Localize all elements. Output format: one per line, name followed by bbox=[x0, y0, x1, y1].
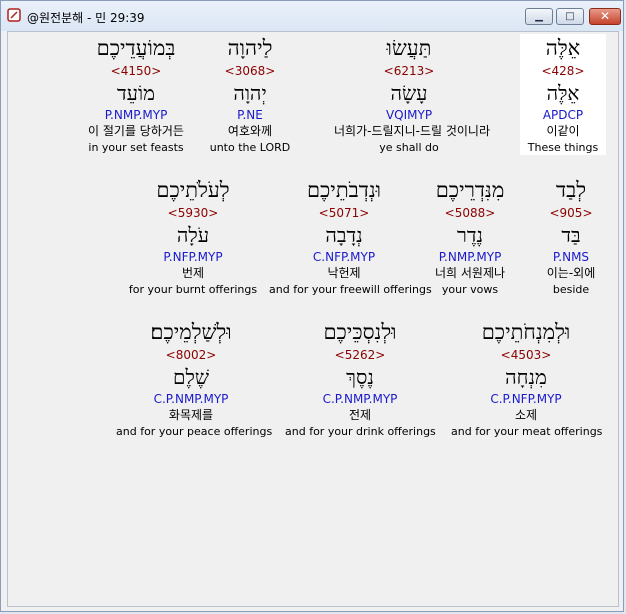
app-window: @원전분해 - 민 29:39 ▁ □ ✕ בְּמוֹעֲדֵיכֶם <41… bbox=[0, 0, 624, 612]
english-gloss: and for your peace offerings bbox=[116, 425, 273, 438]
close-button[interactable]: ✕ bbox=[589, 8, 621, 25]
hebrew-word: וּלְשַׁלְמֵיכֶם׃ bbox=[150, 320, 232, 344]
strong-number: <5930> bbox=[167, 206, 219, 220]
english-gloss: your vows bbox=[441, 283, 499, 296]
hebrew-word: מִנִּדְרֵיכֶם bbox=[435, 178, 505, 202]
app-icon bbox=[7, 8, 21, 22]
morphology-code: P.NMS bbox=[552, 250, 590, 264]
minimize-button[interactable]: ▁ bbox=[525, 8, 553, 25]
morphology-code: P.NMP.MYP bbox=[438, 250, 502, 264]
morphology-code: VQIMYP bbox=[385, 108, 433, 122]
close-icon: ✕ bbox=[599, 9, 611, 23]
strong-number: <8002> bbox=[165, 348, 217, 362]
morphology-code: P.NE bbox=[237, 108, 263, 122]
korean-gloss: 여호와께 bbox=[227, 124, 273, 138]
korean-gloss: 너희 서원제나 bbox=[434, 266, 506, 280]
hebrew-word: תַּעֲשׂוּ bbox=[386, 36, 432, 60]
strong-number: <905> bbox=[549, 206, 593, 220]
english-gloss: These things bbox=[527, 141, 599, 154]
hebrew-word: וּלְמִנְחֹתֵיכֶם bbox=[481, 320, 571, 344]
window-title: @원전분해 - 민 29:39 bbox=[27, 11, 145, 25]
korean-gloss: 너희가-드릴지니-드릴 것이니라 bbox=[334, 124, 490, 138]
hebrew-word: לְבַד bbox=[555, 178, 587, 202]
lemma-word: עָשָׂה bbox=[390, 81, 428, 105]
title-bar[interactable]: @원전분해 - 민 29:39 ▁ □ ✕ bbox=[1, 1, 623, 31]
word-block[interactable]: וּלְשַׁלְמֵיכֶם׃ <8002> שֶׁלֶם C.P.NMP.M… bbox=[116, 318, 273, 439]
strong-number: <5088> bbox=[444, 206, 496, 220]
word-block[interactable]: תַּעֲשׂוּ <6213> עָשָׂה VQIMYP 너희가-드릴지니-… bbox=[334, 34, 490, 155]
morphology-code: APDCP bbox=[542, 108, 584, 122]
korean-gloss: 이는-외에 bbox=[546, 266, 596, 280]
lemma-word: מִנְחָה bbox=[505, 365, 547, 389]
maximize-icon: □ bbox=[565, 11, 575, 22]
korean-gloss: 화목제를 bbox=[168, 408, 214, 422]
korean-gloss: 이같이 bbox=[546, 124, 580, 138]
english-gloss: and for your drink offerings bbox=[285, 425, 436, 438]
morphology-code: C.P.NFP.MYP bbox=[490, 392, 562, 406]
maximize-button[interactable]: □ bbox=[556, 8, 584, 25]
morphology-code: C.P.NMP.MYP bbox=[322, 392, 398, 406]
lemma-word: נֶסֶךְ bbox=[346, 365, 374, 389]
lemma-word: יְהוָה bbox=[233, 81, 267, 105]
lemma-word: בַּד bbox=[561, 223, 581, 247]
korean-gloss: 전제 bbox=[348, 408, 372, 422]
word-block[interactable]: וּלְנִסְכֵּיכֶם <5262> נֶסֶךְ C.P.NMP.MY… bbox=[285, 318, 436, 439]
lemma-word: אֵלֶּה bbox=[546, 81, 580, 105]
verse-analysis-panel: בְּמוֹעֲדֵיכֶם <4150> מוֹעֵד P.NMP.MYP 이… bbox=[7, 31, 619, 607]
lemma-word: עֹלָה bbox=[176, 223, 210, 247]
english-gloss: ye shall do bbox=[379, 141, 439, 154]
word-block[interactable]: מִנִּדְרֵיכֶם <5088> נֶדֶר P.NMP.MYP 너희 … bbox=[395, 176, 545, 297]
hebrew-word: לַיהוָה bbox=[227, 36, 273, 60]
strong-number: <3068> bbox=[224, 64, 276, 78]
strong-number: <4503> bbox=[500, 348, 552, 362]
hebrew-word: וּלְנִסְכֵּיכֶם bbox=[323, 320, 397, 344]
hebrew-word: אֵלֶּה bbox=[545, 36, 581, 60]
english-gloss: for your burnt offerings bbox=[128, 283, 258, 296]
lemma-word: נֶדֶר bbox=[457, 223, 483, 247]
strong-number: <6213> bbox=[383, 64, 435, 78]
english-gloss: and for your meat offerings bbox=[451, 425, 603, 438]
word-block[interactable]: לְעֹלֹתֵיכֶם <5930> עֹלָה P.NFP.MYP 번제 f… bbox=[118, 176, 268, 297]
korean-gloss: 번제 bbox=[181, 266, 205, 280]
korean-gloss: 소제 bbox=[514, 408, 538, 422]
morphology-code: P.NFP.MYP bbox=[163, 250, 223, 264]
hebrew-word: לְעֹלֹתֵיכֶם bbox=[156, 178, 230, 202]
strong-number: <428> bbox=[541, 64, 585, 78]
strong-number: <5262> bbox=[334, 348, 386, 362]
english-gloss: beside bbox=[552, 283, 590, 296]
english-gloss: unto the LORD bbox=[209, 141, 291, 154]
minimize-icon: ▁ bbox=[535, 11, 543, 22]
word-block[interactable]: לְבַד <905> בַּד P.NMS 이는-외에 beside bbox=[531, 176, 611, 297]
word-block[interactable]: וּלְמִנְחֹתֵיכֶם <4503> מִנְחָה C.P.NFP.… bbox=[451, 318, 603, 439]
word-block-selected[interactable]: אֵלֶּה <428> אֵלֶּה APDCP 이같이 These thin… bbox=[520, 34, 606, 155]
word-block[interactable]: לַיהוָה <3068> יְהוָה P.NE 여호와께 unto the… bbox=[175, 34, 325, 155]
lemma-word: שֶׁלֶם bbox=[173, 365, 209, 389]
morphology-code: C.P.NMP.MYP bbox=[153, 392, 229, 406]
